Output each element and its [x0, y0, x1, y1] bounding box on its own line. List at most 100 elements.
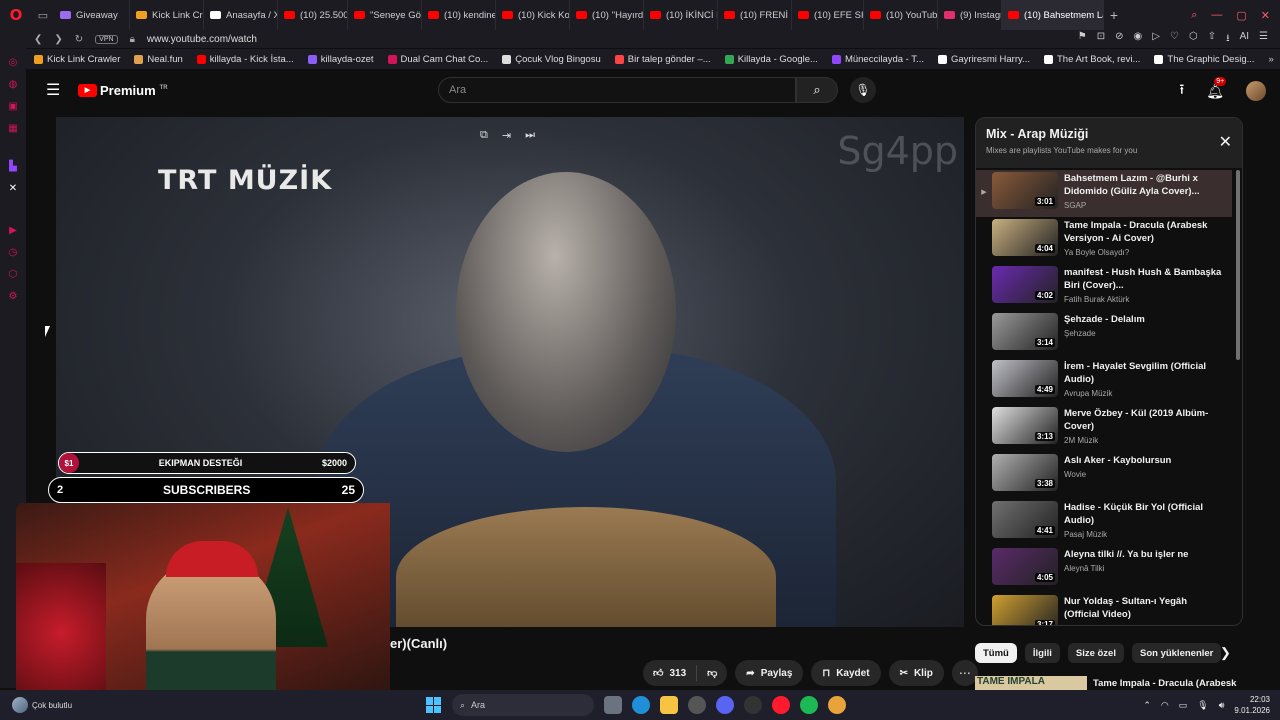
browser-tab[interactable]: (10) Kick Ko — [496, 0, 570, 30]
cast-icon[interactable]: ⇥ — [502, 129, 511, 142]
hamburger-menu-icon[interactable]: ☰ — [46, 80, 66, 100]
menu-icon[interactable]: ☰ — [1259, 31, 1268, 48]
playlist-item[interactable]: 3:13 Merve Özbey - Kül (2019 Albüm-Cover)… — [976, 405, 1232, 452]
upload-icon[interactable]: ⭱ — [1179, 79, 1184, 103]
chat-icon[interactable]: ▣ — [7, 100, 19, 112]
extensions-icon[interactable]: ⬡ — [1189, 31, 1198, 48]
workspaces-icon[interactable]: ▭ — [32, 0, 54, 30]
bookmarks-more-icon[interactable]: » — [1269, 54, 1280, 65]
messenger-icon[interactable]: ◍ — [7, 78, 19, 90]
like-button[interactable]: 👍︎ 313 — [643, 665, 698, 681]
share-button[interactable]: ➦ Paylaş — [735, 660, 804, 686]
screenshot-icon[interactable]: ⊡ — [1097, 31, 1105, 48]
playlist-item[interactable]: ▶ 3:01 Bahsetmem Lazım - @Burhi x Didomido… — [976, 170, 1232, 217]
browser-tab[interactable]: (10) 25.500 — [278, 0, 348, 30]
browser-tab[interactable]: (10) EFE SH — [792, 0, 864, 30]
browser-tab[interactable]: (10) İKİNCİ B — [644, 0, 718, 30]
more-actions-button[interactable]: ⋯ — [951, 660, 978, 686]
playlist-item[interactable]: 4:41 Hadise - Küçük Bir Yol (Official Aud… — [976, 499, 1232, 546]
bookmark-item[interactable]: Dual Cam Chat Co... — [387, 54, 488, 65]
weather-widget[interactable]: Çok bulutlu — [12, 697, 132, 713]
playlist-item[interactable]: 3:14 Şehzade - Delalım Şehzade — [976, 311, 1232, 358]
playlist-item[interactable]: 3:17 Nur Yoldaş - Sultan-ı Yegâh (Officia… — [976, 593, 1232, 625]
back-icon[interactable]: ❮ — [34, 34, 42, 45]
easy-setup-icon[interactable]: ⇧ — [1208, 31, 1216, 48]
twitch-icon[interactable]: ▙ — [7, 160, 19, 172]
bookmark-item[interactable]: Kick Link Crawler — [34, 54, 120, 65]
bookmark-item[interactable]: killayda-ozet — [307, 54, 374, 65]
chevron-right-icon[interactable]: ❯ — [1220, 645, 1231, 661]
volume-icon[interactable]: 🔊︎ — [1219, 700, 1225, 711]
obs-icon[interactable] — [744, 696, 762, 714]
adblock-icon[interactable]: ⊘ — [1115, 31, 1123, 48]
taskbar-search[interactable]: ⌕ Ara — [452, 694, 594, 716]
browser-tab[interactable]: (10) Bahsetmem La — [1002, 0, 1104, 30]
bookmark-item[interactable]: The Art Book, revi... — [1043, 54, 1140, 65]
playlist-item[interactable]: 4:49 İrem - Hayalet Sevgilim (Official Au… — [976, 358, 1232, 405]
playlist-item[interactable]: 4:02 manifest - Hush Hush & Bambaşka Biri… — [976, 264, 1232, 311]
youtube-logo[interactable]: ▶ Premium TR — [78, 83, 168, 98]
downloads-icon[interactable]: ⭳ — [1226, 31, 1230, 48]
filter-chip[interactable]: Size özel — [1067, 643, 1124, 663]
music-icon[interactable]: ▦ — [7, 122, 19, 134]
bookmark-icon[interactable]: ♡ — [1170, 31, 1179, 48]
playlist-title[interactable]: Mix - Arap Müziği — [986, 127, 1232, 141]
close-window-icon[interactable]: ✕ — [1261, 9, 1270, 22]
opera-logo-icon[interactable]: O — [0, 0, 32, 30]
browser-tab[interactable]: (10) kendine — [422, 0, 496, 30]
tray-chevron-icon[interactable]: ⌃ — [1143, 700, 1151, 711]
minimize-icon[interactable]: — — [1211, 9, 1222, 22]
bookmark-item[interactable]: killayda - Kick İsta... — [196, 54, 294, 65]
browser-tab[interactable]: "Seneye Gö — [348, 0, 422, 30]
playlist-scrollbar[interactable] — [1236, 170, 1240, 360]
dislike-button[interactable]: 👎︎ — [697, 667, 727, 679]
discord-icon[interactable] — [716, 696, 734, 714]
bookmark-item[interactable]: Neal.fun — [134, 54, 183, 65]
aria-icon[interactable]: ◎ — [7, 56, 19, 68]
search-tabs-icon[interactable]: ⌕ — [1191, 9, 1197, 22]
opera-taskbar-icon[interactable] — [772, 696, 790, 714]
url-field[interactable]: www.youtube.com/watch — [147, 34, 257, 45]
chrome-icon[interactable] — [828, 696, 846, 714]
avatar[interactable] — [1246, 81, 1266, 101]
bookmark-item[interactable]: Çocuk Vlog Bingosu — [502, 54, 601, 65]
vpn-badge[interactable]: VPN — [95, 34, 118, 44]
extensions-sidebar-icon[interactable]: ⬡ — [7, 268, 19, 280]
new-tab-button[interactable]: + — [1104, 7, 1124, 23]
clock[interactable]: 22:03 9.01.2026 — [1234, 694, 1270, 716]
settings-icon[interactable]: ⚙ — [7, 290, 19, 302]
bookmark-item[interactable]: Gayriresmi Harry... — [937, 54, 1030, 65]
bookmark-item[interactable]: The Graphic Desig... — [1154, 54, 1255, 65]
clip-button[interactable]: ✂ Klip — [888, 660, 944, 686]
media-icon[interactable]: ▷ — [1152, 31, 1160, 48]
spotify-icon[interactable] — [800, 696, 818, 714]
browser-tab[interactable]: Kick Link Cr — [130, 0, 204, 30]
player-icon[interactable]: ▶ — [7, 224, 19, 236]
skip-icon[interactable]: ⏭ — [525, 129, 535, 142]
reload-icon[interactable]: ↻ — [75, 34, 83, 45]
browser-tab[interactable]: (10) ''Hayırd — [570, 0, 644, 30]
bookmark-item[interactable]: Müneccilayda - T... — [831, 54, 924, 65]
edge-icon[interactable] — [632, 696, 650, 714]
browser-tab[interactable]: (10) FRENİ G — [718, 0, 792, 30]
aria-ai-button[interactable]: AI — [1240, 31, 1249, 48]
file-explorer-icon[interactable] — [660, 696, 678, 714]
pin-icon[interactable]: ⚑ — [1078, 31, 1087, 48]
playlist-item[interactable]: 4:05 Aleyna tilki //. Ya bu işler ne Aleyn… — [976, 546, 1232, 593]
browser-tab[interactable]: (9) Instagram — [938, 0, 1002, 30]
voice-search-button[interactable]: 🎙︎ — [850, 77, 876, 103]
notifications-button[interactable]: 🔔︎ 9+ — [1206, 76, 1227, 100]
save-button[interactable]: ⊓ Kaydet — [811, 660, 881, 686]
maximize-icon[interactable]: ▢ — [1236, 9, 1246, 22]
history-icon[interactable]: ◷ — [7, 246, 19, 258]
browser-tab[interactable]: Giveaway — [54, 0, 130, 30]
filter-chip[interactable]: Son yüklenenler — [1131, 643, 1222, 663]
forward-icon[interactable]: ❯ — [54, 34, 62, 45]
camera-icon[interactable]: ◉ — [1134, 31, 1143, 48]
bookmark-item[interactable]: Killayda - Google... — [724, 54, 818, 65]
next-video-row[interactable]: TAME IMPALA Tame Impala - Dracula (Arabe… — [975, 676, 1243, 690]
playlist-item[interactable]: 4:04 Tame Impala - Dracula (Arabesk Versi… — [976, 217, 1232, 264]
settings-app-icon[interactable] — [688, 696, 706, 714]
network-icon[interactable]: ▭ — [1179, 700, 1188, 711]
task-view-icon[interactable] — [604, 696, 622, 714]
